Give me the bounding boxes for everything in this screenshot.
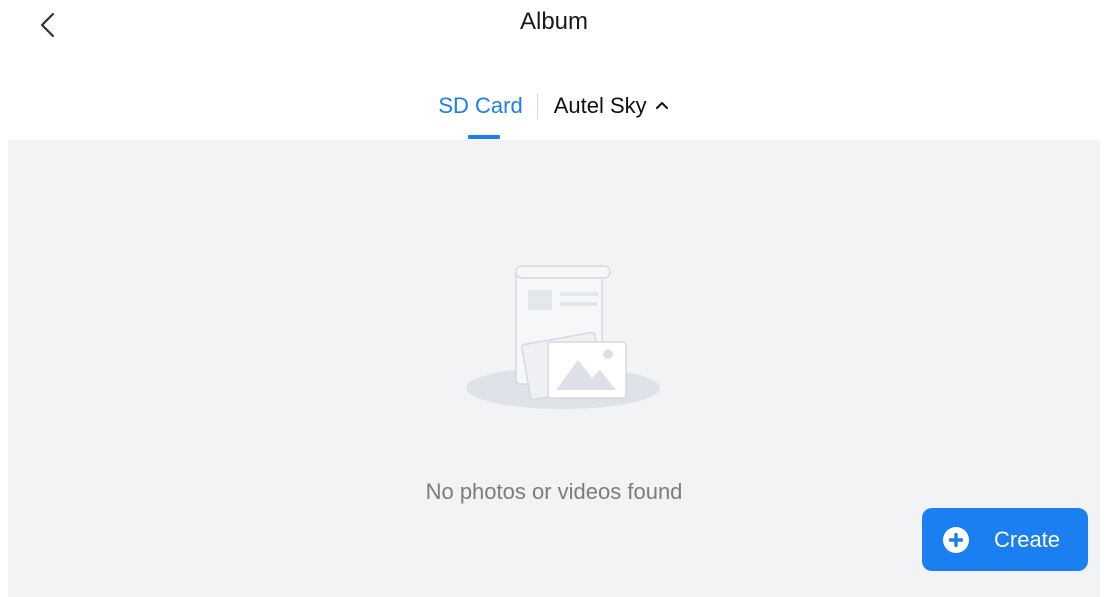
create-button[interactable]: Create	[922, 508, 1088, 571]
tab-autel-sky[interactable]: Autel Sky	[554, 93, 670, 119]
app-header: Album SD Card Autel Sky	[0, 0, 1108, 140]
empty-album-illustration-icon	[466, 265, 660, 409]
tab-divider	[536, 93, 538, 119]
empty-state-message: No photos or videos found	[425, 479, 683, 504]
tab-autel-sky-label: Autel Sky	[553, 93, 647, 118]
chevron-up-icon	[655, 102, 668, 109]
page-title: Album	[519, 8, 589, 35]
source-tabs: SD Card Autel Sky	[0, 88, 1108, 124]
plus-circle-icon	[943, 526, 969, 553]
album-content-area: No photos or videos found Create	[8, 140, 1100, 597]
active-tab-indicator	[468, 135, 500, 139]
tab-sd-card[interactable]: SD Card	[438, 93, 522, 119]
create-button-label: Create	[994, 526, 1061, 552]
